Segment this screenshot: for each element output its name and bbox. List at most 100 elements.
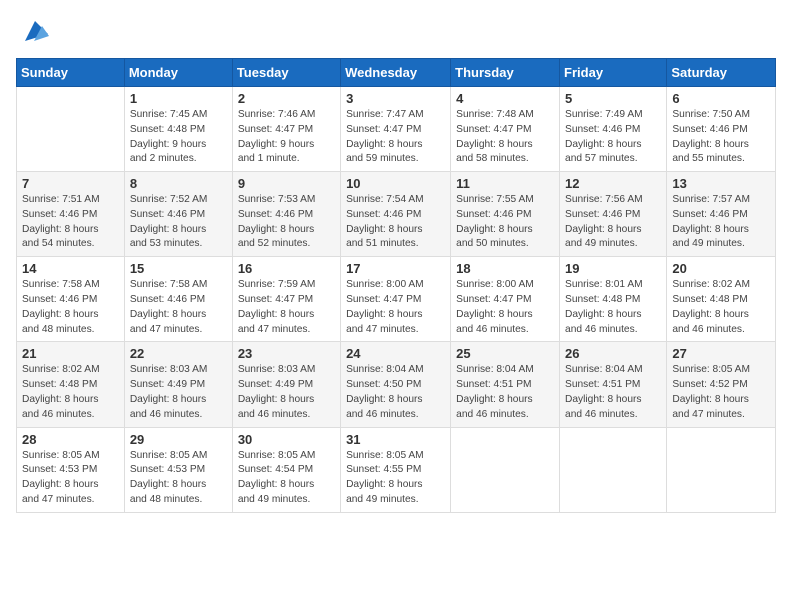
calendar-header-monday: Monday (124, 59, 232, 87)
day-info: Sunrise: 7:47 AMSunset: 4:47 PMDaylight:… (346, 108, 445, 167)
day-number: 19 (565, 261, 661, 276)
day-number: 29 (130, 432, 227, 447)
day-info: Sunrise: 8:03 AMSunset: 4:49 PMDaylight:… (238, 363, 335, 422)
calendar-week-row: 7Sunrise: 7:51 AMSunset: 4:46 PMDaylight… (17, 172, 776, 257)
day-info: Sunrise: 8:04 AMSunset: 4:51 PMDaylight:… (456, 363, 554, 422)
day-info: Sunrise: 7:52 AMSunset: 4:46 PMDaylight:… (130, 193, 227, 252)
calendar-cell (451, 427, 560, 512)
day-info: Sunrise: 8:05 AMSunset: 4:53 PMDaylight:… (22, 449, 119, 508)
day-info: Sunrise: 7:59 AMSunset: 4:47 PMDaylight:… (238, 278, 335, 337)
day-info: Sunrise: 7:50 AMSunset: 4:46 PMDaylight:… (672, 108, 770, 167)
calendar-cell: 29 Sunrise: 8:05 AMSunset: 4:53 PMDayligh… (124, 427, 232, 512)
day-number: 17 (346, 261, 445, 276)
day-number: 10 (346, 176, 445, 191)
day-info: Sunrise: 8:05 AMSunset: 4:55 PMDaylight:… (346, 449, 445, 508)
calendar-cell: 18 Sunrise: 8:00 AMSunset: 4:47 PMDayligh… (451, 257, 560, 342)
calendar-cell: 21 Sunrise: 8:02 AMSunset: 4:48 PMDayligh… (17, 342, 125, 427)
calendar-header-saturday: Saturday (667, 59, 776, 87)
day-info: Sunrise: 8:04 AMSunset: 4:51 PMDaylight:… (565, 363, 661, 422)
day-number: 14 (22, 261, 119, 276)
calendar-cell: 3Sunrise: 7:47 AMSunset: 4:47 PMDaylight… (341, 87, 451, 172)
day-number: 13 (672, 176, 770, 191)
day-number: 8 (130, 176, 227, 191)
day-number: 5 (565, 91, 661, 106)
day-info: Sunrise: 7:51 AMSunset: 4:46 PMDaylight:… (22, 193, 119, 252)
day-number: 15 (130, 261, 227, 276)
calendar-header-tuesday: Tuesday (232, 59, 340, 87)
day-info: Sunrise: 7:58 AMSunset: 4:46 PMDaylight:… (22, 278, 119, 337)
calendar-cell: 20Sunrise: 8:02 AMSunset: 4:48 PMDayligh… (667, 257, 776, 342)
day-number: 24 (346, 346, 445, 361)
day-number: 11 (456, 176, 554, 191)
calendar-cell: 27 Sunrise: 8:05 AMSunset: 4:52 PMDayligh… (667, 342, 776, 427)
calendar-header-sunday: Sunday (17, 59, 125, 87)
calendar-cell: 6 Sunrise: 7:50 AMSunset: 4:46 PMDaylight… (667, 87, 776, 172)
logo (16, 16, 50, 46)
calendar-header-friday: Friday (560, 59, 667, 87)
calendar-cell: 8 Sunrise: 7:52 AMSunset: 4:46 PMDaylight… (124, 172, 232, 257)
calendar-cell: 4 Sunrise: 7:48 AMSunset: 4:47 PMDaylight… (451, 87, 560, 172)
day-number: 22 (130, 346, 227, 361)
calendar-week-row: 21 Sunrise: 8:02 AMSunset: 4:48 PMDayligh… (17, 342, 776, 427)
calendar-cell: 5Sunrise: 7:49 AMSunset: 4:46 PMDaylight… (560, 87, 667, 172)
day-info: Sunrise: 8:05 AMSunset: 4:52 PMDaylight:… (672, 363, 770, 422)
calendar-cell: 25 Sunrise: 8:04 AMSunset: 4:51 PMDayligh… (451, 342, 560, 427)
calendar-header-row: SundayMondayTuesdayWednesdayThursdayFrid… (17, 59, 776, 87)
calendar-week-row: 14 Sunrise: 7:58 AMSunset: 4:46 PMDayligh… (17, 257, 776, 342)
day-info: Sunrise: 8:02 AMSunset: 4:48 PMDaylight:… (22, 363, 119, 422)
calendar-cell: 15 Sunrise: 7:58 AMSunset: 4:46 PMDayligh… (124, 257, 232, 342)
calendar-cell (667, 427, 776, 512)
calendar-cell: 19Sunrise: 8:01 AMSunset: 4:48 PMDayligh… (560, 257, 667, 342)
calendar-cell: 14 Sunrise: 7:58 AMSunset: 4:46 PMDayligh… (17, 257, 125, 342)
day-info: Sunrise: 8:00 AMSunset: 4:47 PMDaylight:… (456, 278, 554, 337)
day-number: 16 (238, 261, 335, 276)
page-header (16, 16, 776, 46)
calendar-cell: 16 Sunrise: 7:59 AMSunset: 4:47 PMDayligh… (232, 257, 340, 342)
day-info: Sunrise: 7:46 AMSunset: 4:47 PMDaylight:… (238, 108, 335, 167)
day-number: 27 (672, 346, 770, 361)
day-info: Sunrise: 7:57 AMSunset: 4:46 PMDaylight:… (672, 193, 770, 252)
day-number: 6 (672, 91, 770, 106)
calendar-cell (560, 427, 667, 512)
day-info: Sunrise: 8:00 AMSunset: 4:47 PMDaylight:… (346, 278, 445, 337)
calendar-cell: 30 Sunrise: 8:05 AMSunset: 4:54 PMDayligh… (232, 427, 340, 512)
day-number: 20 (672, 261, 770, 276)
day-number: 4 (456, 91, 554, 106)
calendar-header-thursday: Thursday (451, 59, 560, 87)
calendar-header-wednesday: Wednesday (341, 59, 451, 87)
day-number: 18 (456, 261, 554, 276)
day-info: Sunrise: 8:05 AMSunset: 4:53 PMDaylight:… (130, 449, 227, 508)
day-number: 1 (130, 91, 227, 106)
day-info: Sunrise: 8:05 AMSunset: 4:54 PMDaylight:… (238, 449, 335, 508)
logo-icon (20, 16, 50, 46)
day-number: 2 (238, 91, 335, 106)
calendar-cell: 28 Sunrise: 8:05 AMSunset: 4:53 PMDayligh… (17, 427, 125, 512)
calendar-cell: 13 Sunrise: 7:57 AMSunset: 4:46 PMDayligh… (667, 172, 776, 257)
calendar-cell: 11 Sunrise: 7:55 AMSunset: 4:46 PMDayligh… (451, 172, 560, 257)
calendar-cell: 23 Sunrise: 8:03 AMSunset: 4:49 PMDayligh… (232, 342, 340, 427)
day-number: 30 (238, 432, 335, 447)
calendar-cell: 10 Sunrise: 7:54 AMSunset: 4:46 PMDayligh… (341, 172, 451, 257)
calendar-cell: 17 Sunrise: 8:00 AMSunset: 4:47 PMDayligh… (341, 257, 451, 342)
day-info: Sunrise: 7:58 AMSunset: 4:46 PMDaylight:… (130, 278, 227, 337)
day-number: 28 (22, 432, 119, 447)
calendar-cell: 2 Sunrise: 7:46 AMSunset: 4:47 PMDaylight… (232, 87, 340, 172)
day-number: 23 (238, 346, 335, 361)
day-info: Sunrise: 7:56 AMSunset: 4:46 PMDaylight:… (565, 193, 661, 252)
day-info: Sunrise: 7:55 AMSunset: 4:46 PMDaylight:… (456, 193, 554, 252)
calendar-cell: 12 Sunrise: 7:56 AMSunset: 4:46 PMDayligh… (560, 172, 667, 257)
day-info: Sunrise: 7:54 AMSunset: 4:46 PMDaylight:… (346, 193, 445, 252)
day-info: Sunrise: 7:48 AMSunset: 4:47 PMDaylight:… (456, 108, 554, 167)
calendar-week-row: 1Sunrise: 7:45 AMSunset: 4:48 PMDaylight… (17, 87, 776, 172)
calendar-table: SundayMondayTuesdayWednesdayThursdayFrid… (16, 58, 776, 513)
day-number: 25 (456, 346, 554, 361)
day-number: 9 (238, 176, 335, 191)
day-number: 31 (346, 432, 445, 447)
calendar-cell: 24Sunrise: 8:04 AMSunset: 4:50 PMDayligh… (341, 342, 451, 427)
calendar-cell: 26Sunrise: 8:04 AMSunset: 4:51 PMDayligh… (560, 342, 667, 427)
calendar-cell (17, 87, 125, 172)
day-info: Sunrise: 8:03 AMSunset: 4:49 PMDaylight:… (130, 363, 227, 422)
day-number: 21 (22, 346, 119, 361)
day-number: 12 (565, 176, 661, 191)
calendar-cell: 7Sunrise: 7:51 AMSunset: 4:46 PMDaylight… (17, 172, 125, 257)
